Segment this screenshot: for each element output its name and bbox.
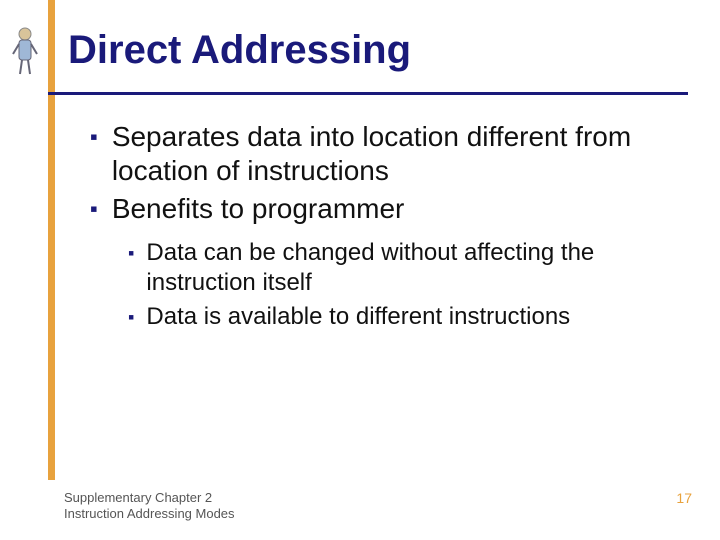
bullet-item: ▪ Separates data into location different… [90, 120, 680, 188]
square-bullet-icon: ▪ [90, 120, 98, 154]
bullet-text: Benefits to programmer [112, 192, 405, 226]
sub-bullet-item: ▪ Data can be changed without affecting … [128, 238, 680, 298]
square-bullet-icon: ▪ [128, 238, 134, 268]
accent-vertical-bar [48, 0, 55, 480]
footer-line-1: Supplementary Chapter 2 [64, 490, 235, 506]
slide: Direct Addressing ▪ Separates data into … [0, 0, 720, 540]
sub-bullet-text: Data can be changed without affecting th… [146, 238, 680, 298]
content-area: ▪ Separates data into location different… [90, 120, 680, 336]
sub-bullet-group: ▪ Data can be changed without affecting … [128, 238, 680, 332]
mascot-icon [10, 26, 40, 78]
slide-title: Direct Addressing [68, 28, 411, 73]
sub-bullet-text: Data is available to different instructi… [146, 302, 570, 332]
page-number: 17 [676, 490, 692, 506]
footer-left: Supplementary Chapter 2 Instruction Addr… [64, 490, 235, 522]
footer-line-2: Instruction Addressing Modes [64, 506, 235, 522]
square-bullet-icon: ▪ [128, 302, 134, 332]
sub-bullet-item: ▪ Data is available to different instruc… [128, 302, 680, 332]
bullet-item: ▪ Benefits to programmer [90, 192, 680, 226]
bullet-text: Separates data into location different f… [112, 120, 680, 188]
square-bullet-icon: ▪ [90, 192, 98, 226]
title-underline [48, 92, 688, 95]
